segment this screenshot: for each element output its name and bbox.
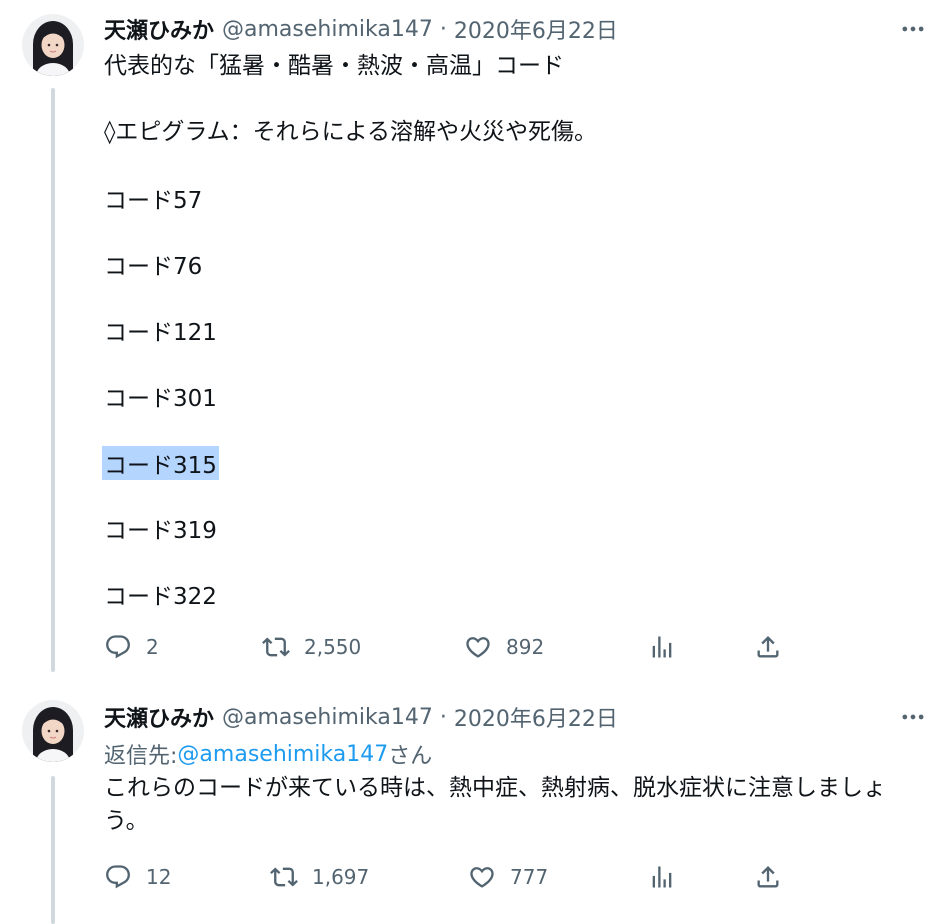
avatar[interactable] [22, 700, 84, 762]
separator-dot: · [439, 704, 447, 730]
retweet-button[interactable]: 2,550 [262, 630, 361, 664]
code-line: コード301 [104, 386, 217, 412]
views-button[interactable] [648, 860, 676, 894]
replying-to: 返信先: @amasehimika147 さん [104, 738, 432, 770]
reply-button[interactable]: 2 [104, 630, 159, 664]
tweet-text-line: 代表的な「猛暑・酷暑・熱波・高温」コード [104, 53, 564, 79]
share-icon [754, 633, 782, 661]
tweet-date[interactable]: 2020年6月22日 [454, 13, 618, 45]
code-line-selected: コード315 [102, 446, 219, 480]
heart-icon [464, 633, 492, 661]
views-button[interactable] [648, 630, 676, 664]
retweet-icon [262, 633, 290, 661]
tweet-actions: 2 2,550 892 [104, 630, 804, 664]
reply-icon [104, 863, 132, 891]
more-icon[interactable] [896, 14, 930, 44]
retweet-button[interactable]: 1,697 [270, 860, 369, 894]
mention-link[interactable]: @amasehimika147 [177, 742, 388, 767]
author-handle[interactable]: @amasehimika147 [222, 705, 433, 730]
like-count: 892 [506, 635, 545, 659]
analytics-icon [648, 863, 676, 891]
tweet-date[interactable]: 2020年6月22日 [454, 701, 618, 733]
tweet[interactable]: 天瀬ひみか @amasehimika147 · 2020年6月22日 返信先: … [0, 680, 946, 924]
share-button[interactable] [754, 630, 782, 664]
replying-suffix: さん [388, 744, 433, 769]
like-count: 777 [510, 865, 549, 889]
author-name[interactable]: 天瀬ひみか [104, 701, 214, 733]
code-line: コード57 [104, 188, 203, 214]
reply-button[interactable]: 12 [104, 860, 171, 894]
reply-count: 2 [146, 635, 159, 659]
more-icon[interactable] [896, 702, 930, 732]
text-selection: コード315 [102, 446, 219, 480]
avatar[interactable] [22, 14, 84, 76]
reply-icon [104, 633, 132, 661]
code-line: コード76 [104, 254, 203, 280]
like-button[interactable]: 892 [464, 630, 544, 664]
share-button[interactable] [754, 860, 782, 894]
tweet-header: 天瀬ひみか @amasehimika147 · 2020年6月22日 [104, 701, 618, 733]
analytics-icon [648, 633, 676, 661]
tweet-text-line: ◊エピグラム：それらによる溶解や火災や死傷。 [104, 119, 597, 145]
heart-icon [468, 863, 496, 891]
reply-count: 12 [146, 865, 172, 889]
retweet-count: 2,550 [304, 635, 362, 659]
tweet-actions: 12 1,697 777 [104, 860, 804, 894]
tweet-header: 天瀬ひみか @amasehimika147 · 2020年6月22日 [104, 13, 618, 45]
separator-dot: · [439, 16, 447, 42]
tweet[interactable]: 天瀬ひみか @amasehimika147 · 2020年6月22日 代表的な「… [0, 0, 946, 680]
share-icon [754, 863, 782, 891]
tweet-text: これらのコードが来ている時は、熱中症、熱射病、脱水症状に注意しましょう。 [104, 775, 886, 834]
retweet-icon [270, 863, 298, 891]
retweet-count: 1,697 [312, 865, 370, 889]
replying-prefix: 返信先: [104, 744, 178, 769]
author-handle[interactable]: @amasehimika147 [222, 17, 433, 42]
code-line: コード322 [104, 584, 217, 610]
code-line: コード121 [104, 320, 217, 346]
code-line: コード319 [104, 518, 217, 544]
author-name[interactable]: 天瀬ひみか [104, 13, 214, 45]
like-button[interactable]: 777 [468, 860, 548, 894]
